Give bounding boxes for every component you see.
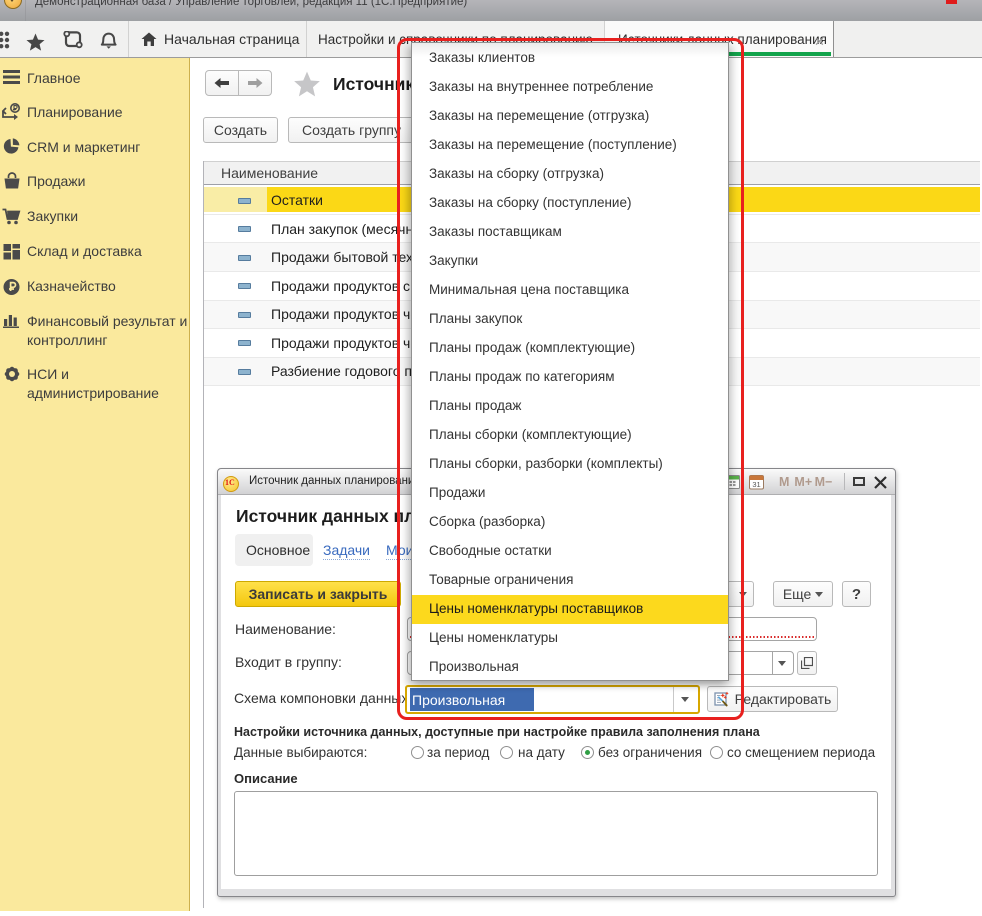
svg-text:31: 31 [752,480,760,489]
